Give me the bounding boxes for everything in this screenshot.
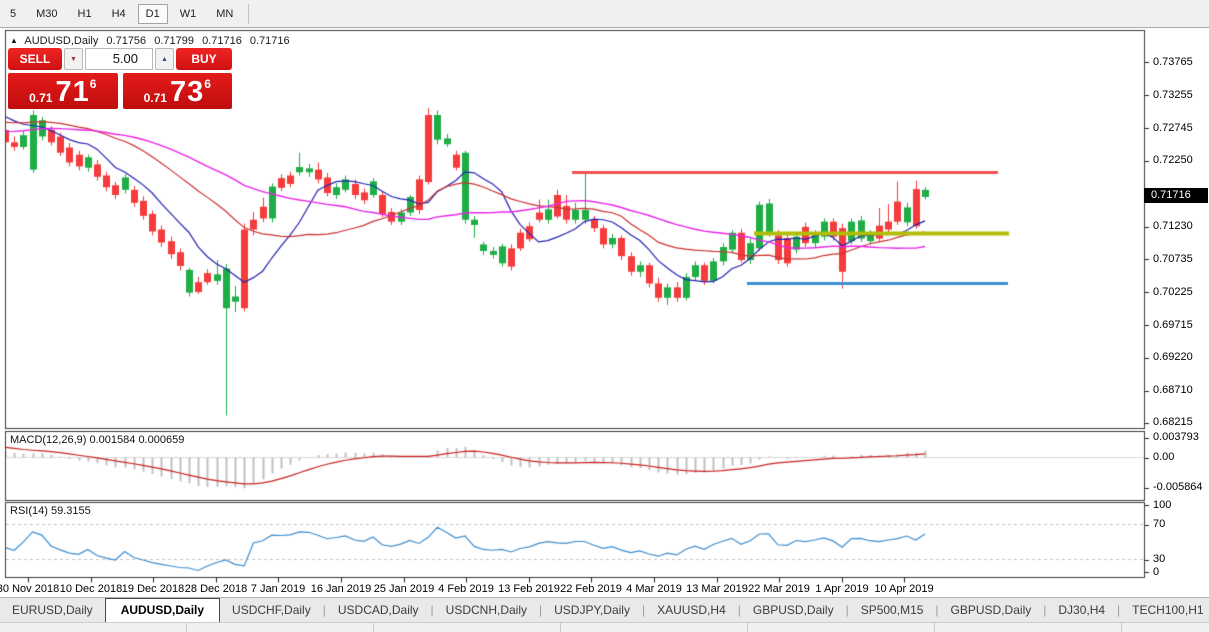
status-segment (0, 623, 187, 632)
timeframe-button-5[interactable]: 5 (2, 4, 24, 24)
price-axis-label: 0.73255 (1153, 89, 1193, 101)
tab-usdcnh-4[interactable]: USDCNH,Daily (434, 598, 539, 622)
price-axis-label: 0.70225 (1153, 286, 1193, 298)
timeframe-toolbar: 5 M30 H1 H4 D1 W1 MN (0, 0, 1209, 28)
timeframe-button-mn[interactable]: MN (208, 4, 241, 24)
tab-sp500-8[interactable]: SP500,M15 (849, 598, 936, 622)
tab-eurusd-0[interactable]: EURUSD,Daily (0, 598, 105, 622)
macd-axis-label: 0.003793 (1153, 431, 1199, 443)
date-axis-label: 28 Dec 2018 (184, 583, 248, 595)
volume-increase-button[interactable]: ▲ (155, 48, 174, 70)
tab-usdchf-2[interactable]: USDCHF,Daily (220, 598, 323, 622)
rsi-axis-label: 0 (1153, 566, 1160, 578)
macd-label-row: MACD(12,26,9) 0.001584 0.000659 (10, 434, 184, 446)
date-axis-label: 7 Jan 2019 (250, 583, 306, 595)
status-segment (561, 623, 748, 632)
collapse-triangle-icon[interactable]: ▲ (10, 36, 18, 45)
buy-button[interactable]: BUY (176, 48, 232, 70)
tab-xauusd-6[interactable]: XAUUSD,H4 (645, 598, 738, 622)
rsi-axis-label: 30 (1153, 553, 1166, 565)
sell-price-big: 71 (55, 76, 90, 108)
timeframe-button-w1[interactable]: W1 (172, 4, 205, 24)
tab-audusd-1[interactable]: AUDUSD,Daily (104, 598, 221, 622)
ohlc-low: 0.71716 (202, 35, 242, 47)
timeframe-button-h4[interactable]: H4 (104, 4, 134, 24)
volume-input[interactable]: 5.00 (85, 48, 153, 70)
status-segment (935, 623, 1122, 632)
buy-price-box[interactable]: 0.71 73 6 (122, 73, 232, 109)
date-axis-label: 4 Mar 2019 (626, 583, 682, 595)
macd-axis-label: -0.005864 (1153, 481, 1203, 493)
date-axis-label: 10 Dec 2018 (59, 583, 123, 595)
tab-gbpusd-9[interactable]: GBPUSD,Daily (939, 598, 1044, 622)
ohlc-close: 0.71716 (249, 35, 290, 47)
macd-signal-value: 0.000659 (138, 434, 185, 446)
date-axis-label: 13 Mar 2019 (686, 583, 748, 595)
status-segment (374, 623, 561, 632)
price-axis-label: 0.69220 (1153, 351, 1193, 363)
price-axis-label: 0.70735 (1153, 253, 1193, 265)
chart-title: AUDUSD,Daily (24, 35, 99, 47)
sell-price-box[interactable]: 0.71 71 6 (8, 73, 118, 109)
price-axis-label: 0.71230 (1153, 220, 1193, 232)
status-segment (748, 623, 935, 632)
timeframe-button-m30[interactable]: M30 (28, 4, 65, 24)
date-axis-label: 13 Feb 2019 (498, 583, 560, 595)
ohlc-high: 0.71799 (154, 35, 194, 47)
date-axis-label: 30 Nov 2018 (0, 583, 60, 595)
date-axis-label: 25 Jan 2019 (373, 583, 435, 595)
buy-price-pip: 6 (204, 77, 211, 91)
date-axis-label: 10 Apr 2019 (874, 583, 934, 595)
date-axis-label: 22 Feb 2019 (560, 583, 622, 595)
chevron-down-icon: ▼ (70, 55, 77, 63)
macd-axis-label: 0.00 (1153, 451, 1175, 463)
date-axis-label: 1 Apr 2019 (815, 583, 869, 595)
tab-gbpusd-7[interactable]: GBPUSD,Daily (741, 598, 846, 622)
toolbar-separator (248, 3, 250, 24)
date-axis-label: 4 Feb 2019 (438, 583, 494, 595)
price-axis-label: 0.69715 (1153, 319, 1193, 331)
rsi-label: RSI(14) (10, 505, 48, 517)
tab-tech100-11[interactable]: TECH100,H1 (1120, 598, 1209, 622)
sell-price-base: 0.71 (29, 91, 53, 105)
buy-price-base: 0.71 (143, 91, 167, 105)
date-axis-label: 19 Dec 2018 (121, 583, 185, 595)
status-segment (187, 623, 374, 632)
current-price-tag: 0.71716 (1144, 188, 1208, 203)
price-axis-label: 0.73765 (1153, 56, 1193, 68)
macd-value: 0.001584 (89, 434, 136, 446)
volume-decrease-button[interactable]: ▼ (64, 48, 83, 70)
price-axis-label: 0.72250 (1153, 154, 1193, 166)
date-axis-label: 16 Jan 2019 (310, 583, 372, 595)
sell-button[interactable]: SELL (8, 48, 62, 70)
sell-price-pip: 6 (89, 77, 97, 91)
rsi-label-row: RSI(14) 59.3155 (10, 505, 91, 517)
chart-title-row: ▲ AUDUSD,Daily 0.71756 0.71799 0.71716 0… (10, 35, 295, 47)
price-axis-label: 0.68215 (1153, 416, 1193, 428)
macd-label: MACD(12,26,9) (10, 434, 87, 446)
price-axis-label: 0.68710 (1153, 384, 1193, 396)
trading-terminal-window: 5 M30 H1 H4 D1 W1 MN ▲ AUDUSD,Daily 0.71756 0.… (0, 0, 1209, 632)
status-bar (0, 622, 1209, 632)
tab-dj30-10[interactable]: DJ30,H4 (1046, 598, 1117, 622)
timeframe-button-d1[interactable]: D1 (137, 3, 168, 24)
rsi-axis-label: 70 (1153, 518, 1166, 530)
price-axis-label: 0.72745 (1153, 122, 1193, 134)
rsi-axis-label: 100 (1153, 499, 1172, 511)
chevron-up-icon: ▲ (161, 55, 168, 63)
timeframe-button-h1[interactable]: H1 (70, 4, 100, 24)
buy-price-big: 73 (169, 76, 205, 108)
ohlc-open: 0.71756 (106, 35, 147, 47)
tab-usdjpy-5[interactable]: USDJPY,Daily (542, 598, 642, 622)
tab-usdcad-3[interactable]: USDCAD,Daily (326, 598, 431, 622)
rsi-value: 59.3155 (50, 505, 91, 517)
one-click-trade-widget: SELL ▼ 5.00 ▲ BUY 0.71 71 6 0.71 73 6 (8, 48, 232, 109)
symbol-tab-bar: EURUSD,Daily AUDUSD,Daily USDCHF,Daily | USD… (0, 597, 1209, 622)
date-axis-label: 22 Mar 2019 (748, 583, 810, 595)
